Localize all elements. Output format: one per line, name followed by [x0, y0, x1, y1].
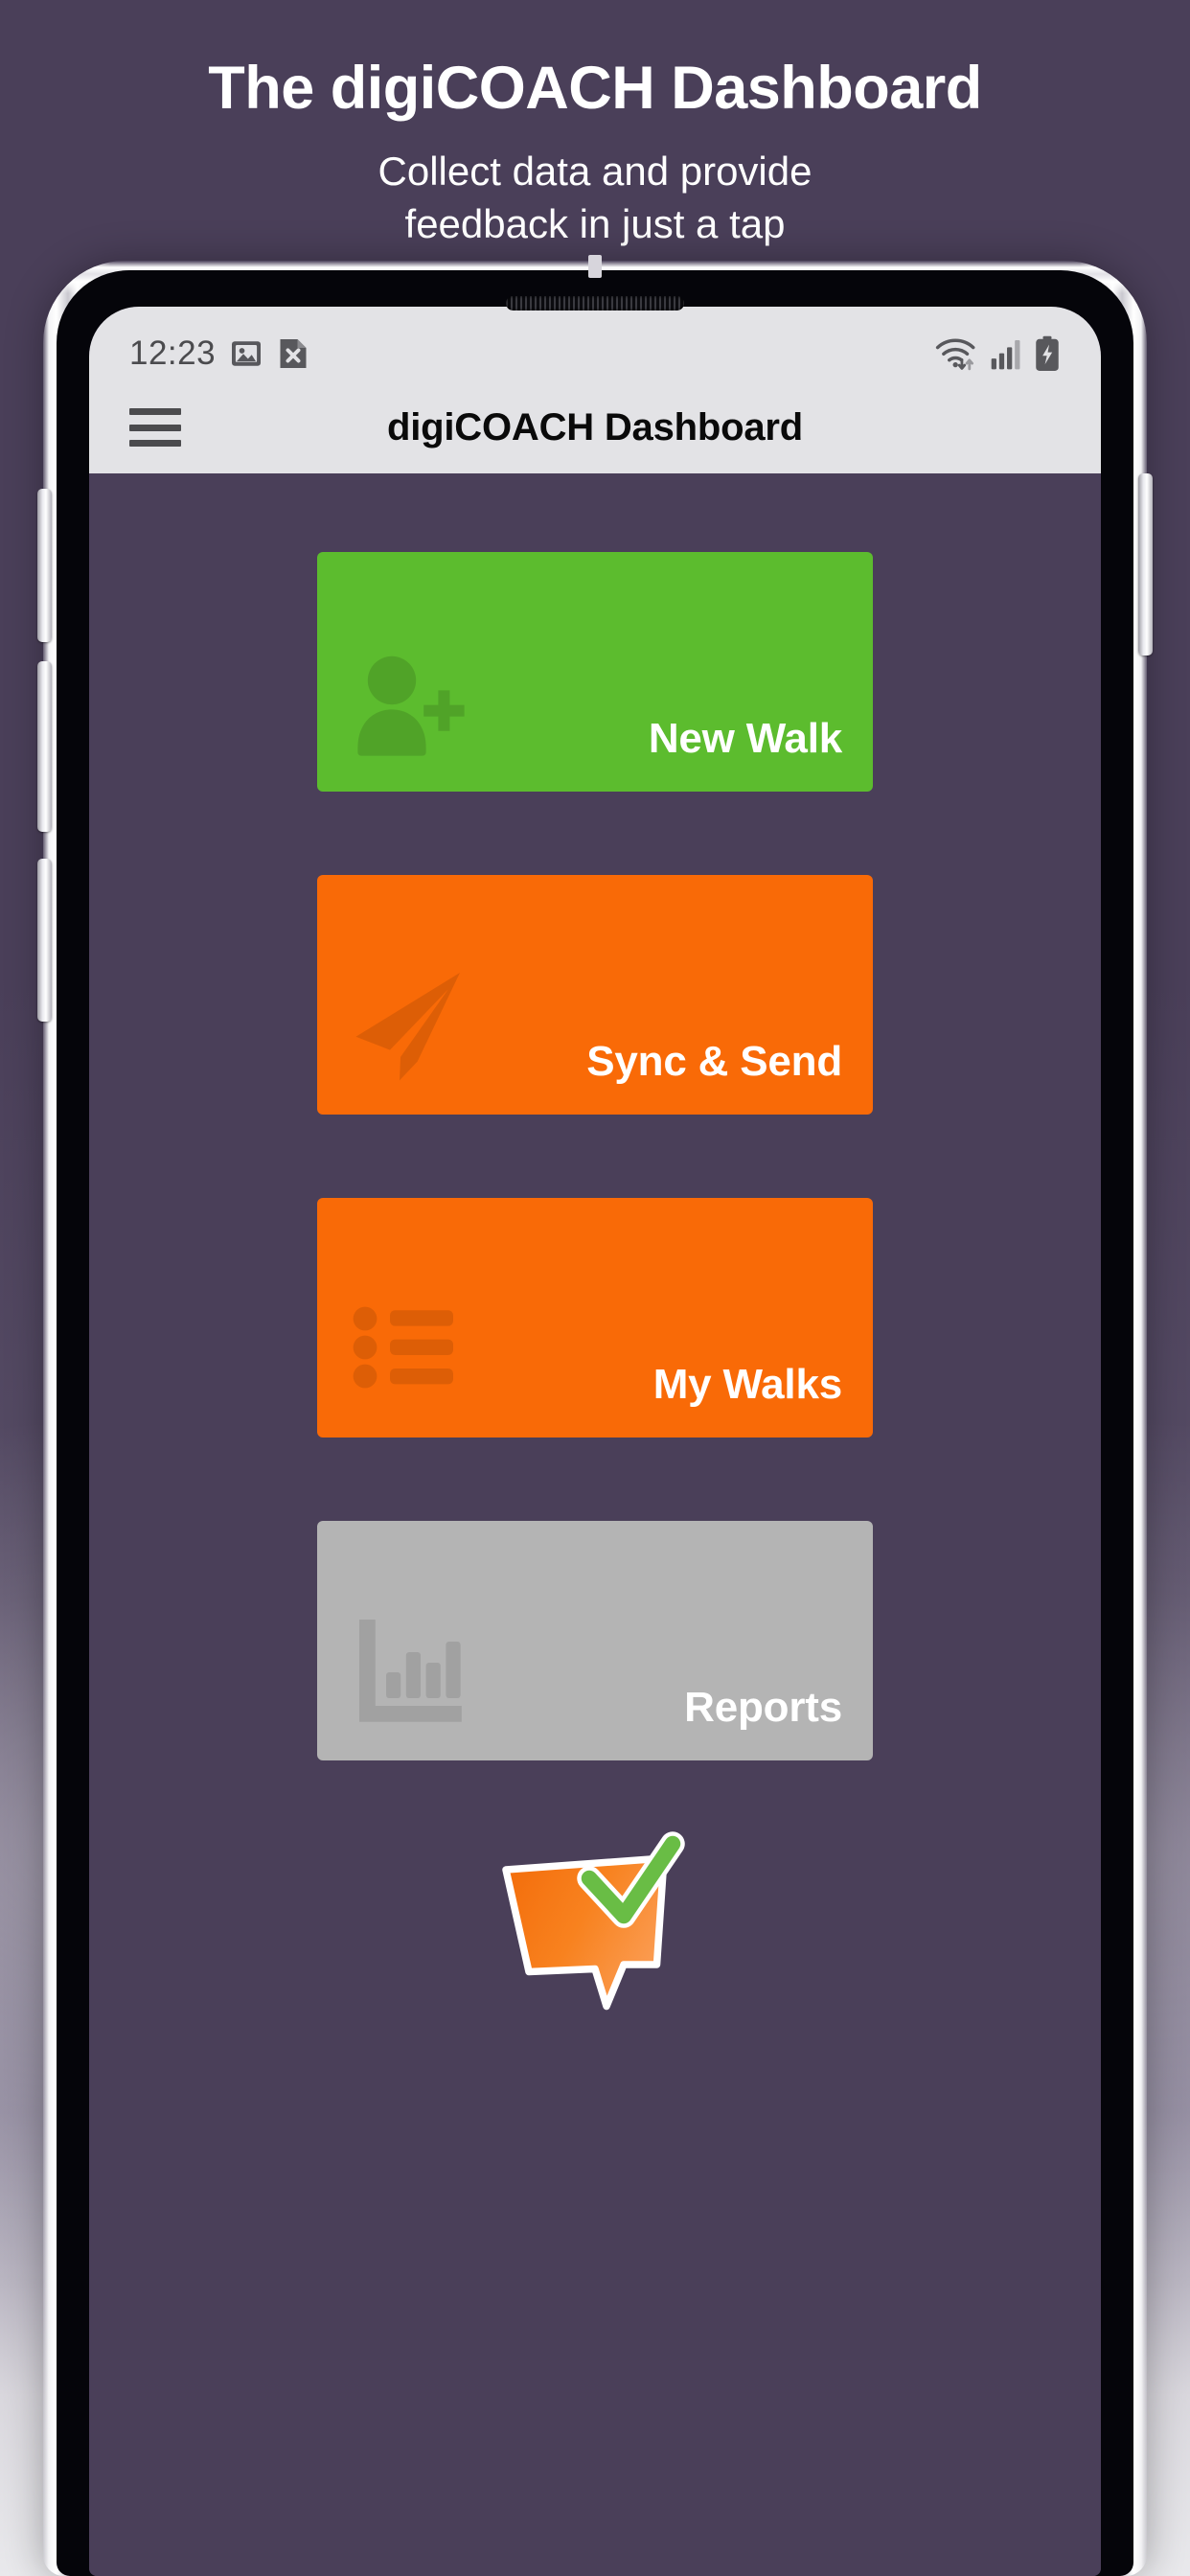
sync-and-send-label: Sync & Send — [586, 1038, 842, 1085]
promo-header: The digiCOACH Dashboard Collect data and… — [0, 56, 1190, 250]
hamburger-menu-icon[interactable] — [129, 408, 181, 447]
status-bar: 12:23 — [89, 307, 1101, 381]
sync-and-send-button[interactable]: Sync & Send — [317, 875, 873, 1115]
battery-charging-icon — [1036, 335, 1059, 371]
volume-up-button[interactable] — [37, 489, 52, 642]
promo-subtitle: Collect data and provide feedback in jus… — [0, 146, 1190, 250]
app-bar-title: digiCOACH Dashboard — [387, 405, 803, 448]
reports-button[interactable]: Reports — [317, 1521, 873, 1760]
new-walk-label: New Walk — [648, 715, 842, 762]
phone-bezel: 12:23 digiCOACH Dashboard New Walk Sync … — [57, 270, 1133, 2576]
person-add-icon — [357, 656, 465, 756]
digicoach-logo — [502, 1831, 685, 2011]
status-bar-clock: 12:23 — [129, 334, 217, 372]
phone-mockup: 12:23 digiCOACH Dashboard New Walk Sync … — [37, 255, 1153, 2576]
file-x-icon — [280, 339, 307, 368]
my-walks-button[interactable]: My Walks — [317, 1198, 873, 1438]
phone-top-nub — [588, 255, 602, 278]
earpiece-speaker-grille — [506, 296, 684, 310]
status-bar-right — [934, 335, 1061, 372]
logo-container — [89, 1827, 1101, 2013]
dashboard-body: New Walk Sync & Send My Walks Reports — [89, 473, 1101, 2576]
promo-subtitle-line-2: feedback in just a tap — [404, 200, 786, 246]
cell-signal-icon — [991, 340, 1020, 370]
wifi-icon — [935, 338, 975, 371]
status-bar-left: 12:23 — [129, 334, 309, 373]
bullet-list-icon — [353, 1306, 453, 1389]
image-icon — [232, 341, 262, 366]
volume-down-button[interactable] — [37, 661, 52, 832]
phone-screen: 12:23 digiCOACH Dashboard New Walk Sync … — [89, 307, 1101, 2576]
promo-subtitle-line-1: Collect data and provide — [378, 149, 812, 195]
side-button-lower[interactable] — [37, 859, 52, 1022]
new-walk-button[interactable]: New Walk — [317, 552, 873, 792]
my-walks-label: My Walks — [652, 1361, 842, 1408]
app-bar: digiCOACH Dashboard — [89, 381, 1101, 473]
bar-chart-icon — [359, 1620, 462, 1722]
reports-label: Reports — [684, 1684, 842, 1731]
power-button[interactable] — [1138, 473, 1153, 656]
paper-plane-icon — [355, 973, 460, 1081]
promo-title: The digiCOACH Dashboard — [208, 55, 982, 122]
